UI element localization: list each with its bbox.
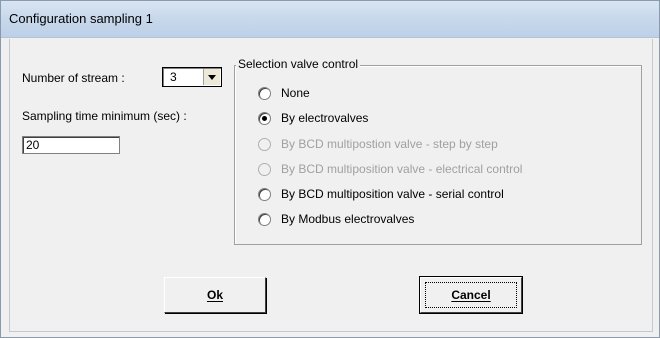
radio-dot-icon <box>262 115 267 121</box>
focus-rectangle <box>425 282 517 308</box>
radio-button[interactable] <box>258 86 271 100</box>
sampling-time-label: Sampling time minimum (sec) : <box>22 109 187 123</box>
stream-combobox[interactable]: 3 <box>162 67 222 87</box>
radio-option-electrovalves[interactable]: By electrovalves <box>258 110 368 126</box>
radio-option-modbus[interactable]: By Modbus electrovalves <box>258 211 414 227</box>
radio-option-bcd-serial[interactable]: By BCD multiposition valve - serial cont… <box>258 186 504 202</box>
stream-label: Number of stream : <box>22 71 125 85</box>
ok-button[interactable]: Ok <box>164 277 266 313</box>
stream-value: 3 <box>170 70 177 84</box>
chevron-down-icon <box>208 74 216 80</box>
radio-option-bcd-step: By BCD multipostion valve - step by step <box>258 136 498 152</box>
radio-button-disabled <box>258 162 271 176</box>
radio-button[interactable] <box>258 187 271 201</box>
dialog-window: Configuration sampling 1 Number of strea… <box>0 0 660 338</box>
radio-label: By electrovalves <box>281 111 369 125</box>
radio-label: By BCD multiposition valve - electrical … <box>281 162 523 176</box>
radio-label: By Modbus electrovalves <box>281 212 415 226</box>
radio-button-disabled <box>258 137 271 151</box>
radio-button[interactable] <box>258 212 271 226</box>
cancel-button[interactable]: Cancel <box>419 276 523 314</box>
window-title: Configuration sampling 1 <box>9 11 153 26</box>
dropdown-button[interactable] <box>203 69 220 85</box>
radio-option-bcd-electrical: By BCD multiposition valve - electrical … <box>258 161 522 177</box>
radio-button-selected[interactable] <box>258 111 271 125</box>
title-bar[interactable]: Configuration sampling 1 <box>1 1 659 38</box>
valve-control-legend: Selection valve control <box>236 57 361 71</box>
radio-label: By BCD multipostion valve - step by step <box>281 137 498 151</box>
dialog-client-area: Number of stream : 3 Sampling time minim… <box>9 39 653 332</box>
radio-label: By BCD multiposition valve - serial cont… <box>281 187 504 201</box>
radio-label: None <box>281 86 310 100</box>
sampling-time-input[interactable] <box>22 136 120 154</box>
radio-option-none[interactable]: None <box>258 85 310 101</box>
ok-button-label: Ok <box>206 288 223 302</box>
